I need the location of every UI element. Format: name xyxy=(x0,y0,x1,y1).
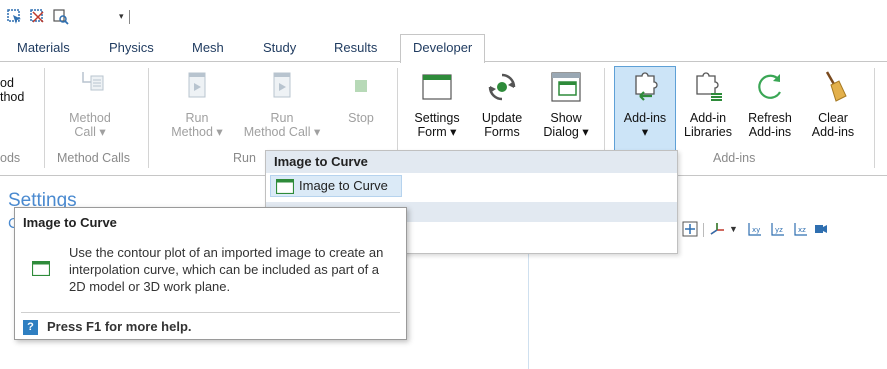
update-forms-label-1: Update xyxy=(481,111,523,125)
run-method-label-2: Method ▾ xyxy=(171,125,223,139)
update-forms-label-2: Forms xyxy=(484,125,520,139)
yz-view-icon[interactable]: yz xyxy=(770,221,786,237)
settings-form-button[interactable]: Settings Form ▾ xyxy=(405,70,469,139)
show-dialog-button[interactable]: Show Dialog ▾ xyxy=(534,70,598,139)
ribbon-tabs: Materials Physics Mesh Study Results Dev… xyxy=(0,34,887,63)
form-icon xyxy=(276,179,294,194)
stop-icon xyxy=(355,80,367,92)
toolbar-separator xyxy=(703,223,704,237)
tab-study[interactable]: Study xyxy=(263,40,296,55)
addins-label-1: Add-ins xyxy=(623,111,667,125)
menu-item-image-to-curve[interactable]: Image to Curve xyxy=(270,175,402,197)
svg-text:xy: xy xyxy=(752,226,760,234)
menu-header: Image to Curve xyxy=(266,151,677,173)
deselect-icon[interactable] xyxy=(30,9,46,25)
partial-method-button[interactable]: od thod xyxy=(0,76,40,104)
addin-libraries-label-2: Libraries xyxy=(684,125,732,139)
tab-developer[interactable]: Developer xyxy=(400,34,486,63)
qat-dropdown-icon[interactable]: ▾ xyxy=(119,11,124,22)
broom-icon xyxy=(825,71,847,102)
update-forms-button[interactable]: Update Forms xyxy=(473,70,531,139)
addins-button[interactable]: Add-ins ▾ xyxy=(614,70,676,139)
zoom-extents-icon[interactable] xyxy=(682,221,698,237)
show-dialog-label-2: Dialog ▾ xyxy=(543,125,589,139)
xy-view-icon[interactable]: xy xyxy=(747,221,763,237)
addins-label-2: ▾ xyxy=(641,125,649,139)
qat-separator xyxy=(129,10,130,24)
group-divider xyxy=(148,68,149,168)
stop-label: Stop xyxy=(348,111,374,125)
help-icon: ? xyxy=(23,320,38,335)
settings-form-label-2: Form ▾ xyxy=(417,125,457,139)
clear-addins-label-2: Add-ins xyxy=(811,125,855,139)
addin-libraries-label-1: Add-in xyxy=(689,111,727,125)
svg-text:xz: xz xyxy=(798,226,806,234)
run-method-call-label-2: Method Call ▾ xyxy=(243,125,321,139)
method-call-icon xyxy=(82,72,104,91)
zoom-selection-icon[interactable] xyxy=(53,9,69,25)
clear-addins-button[interactable]: Clear Add-ins xyxy=(803,70,863,139)
form-icon xyxy=(32,261,50,276)
clear-addins-label-1: Clear xyxy=(818,111,848,125)
show-dialog-label-1: Show xyxy=(550,111,582,125)
refresh-icon xyxy=(758,74,781,99)
method-call-label-2: Call ▾ xyxy=(74,125,106,139)
form-icon xyxy=(422,74,452,100)
run-method-icon xyxy=(188,72,206,98)
puzzle-list-icon xyxy=(696,72,722,101)
partial-method-line1: od xyxy=(0,76,14,90)
group-label-addins: Add-ins xyxy=(713,151,756,165)
xz-view-icon[interactable]: xz xyxy=(793,221,809,237)
method-call-label-1: Method xyxy=(69,111,111,125)
run-method-button[interactable]: Run Method ▾ xyxy=(163,70,231,139)
run-method-label-1: Run xyxy=(185,111,209,125)
stop-button[interactable]: Stop xyxy=(338,70,384,125)
method-call-button[interactable]: Method Call ▾ xyxy=(58,70,122,139)
tab-physics[interactable]: Physics xyxy=(109,40,154,55)
addin-libraries-button[interactable]: Add-in Libraries xyxy=(678,70,738,139)
partial-method-line2: thod xyxy=(0,90,25,104)
svg-text:yz: yz xyxy=(775,226,783,234)
tooltip: Image to Curve Use the contour plot of a… xyxy=(14,207,407,340)
settings-form-label-1: Settings xyxy=(414,111,460,125)
tab-mesh[interactable]: Mesh xyxy=(192,40,224,55)
refresh-addins-label-2: Add-ins xyxy=(748,125,792,139)
dialog-icon xyxy=(551,72,581,102)
tooltip-divider xyxy=(21,312,400,313)
group-divider xyxy=(874,68,875,168)
group-divider xyxy=(44,68,45,168)
tooltip-title: Image to Curve xyxy=(23,215,117,230)
puzzle-piece-icon xyxy=(635,72,658,101)
quick-access-toolbar: ▾ xyxy=(0,0,887,34)
select-icon[interactable] xyxy=(7,9,23,25)
refresh-addins-button[interactable]: Refresh Add-ins xyxy=(740,70,800,139)
axis-icon[interactable] xyxy=(709,221,725,237)
group-label-method-calls: Method Calls xyxy=(57,151,130,165)
tooltip-help-text: Press F1 for more help. xyxy=(47,319,192,334)
run-method-call-icon xyxy=(273,72,291,98)
run-method-call-button[interactable]: Run Method Call ▾ xyxy=(234,70,330,139)
refresh-addins-label-1: Refresh xyxy=(748,111,792,125)
axis-dropdown-icon[interactable]: ▼ xyxy=(729,224,738,234)
tooltip-description: Use the contour plot of an imported imag… xyxy=(69,245,384,294)
menu-item-label: Image to Curve xyxy=(299,178,388,193)
group-label-run: Run xyxy=(233,151,256,165)
camera-icon[interactable] xyxy=(814,221,828,237)
group-label-methods: ods xyxy=(0,151,21,165)
update-icon xyxy=(488,73,516,101)
run-method-call-label-1: Run xyxy=(270,111,294,125)
tab-materials[interactable]: Materials xyxy=(17,40,70,55)
tab-results[interactable]: Results xyxy=(334,40,377,55)
